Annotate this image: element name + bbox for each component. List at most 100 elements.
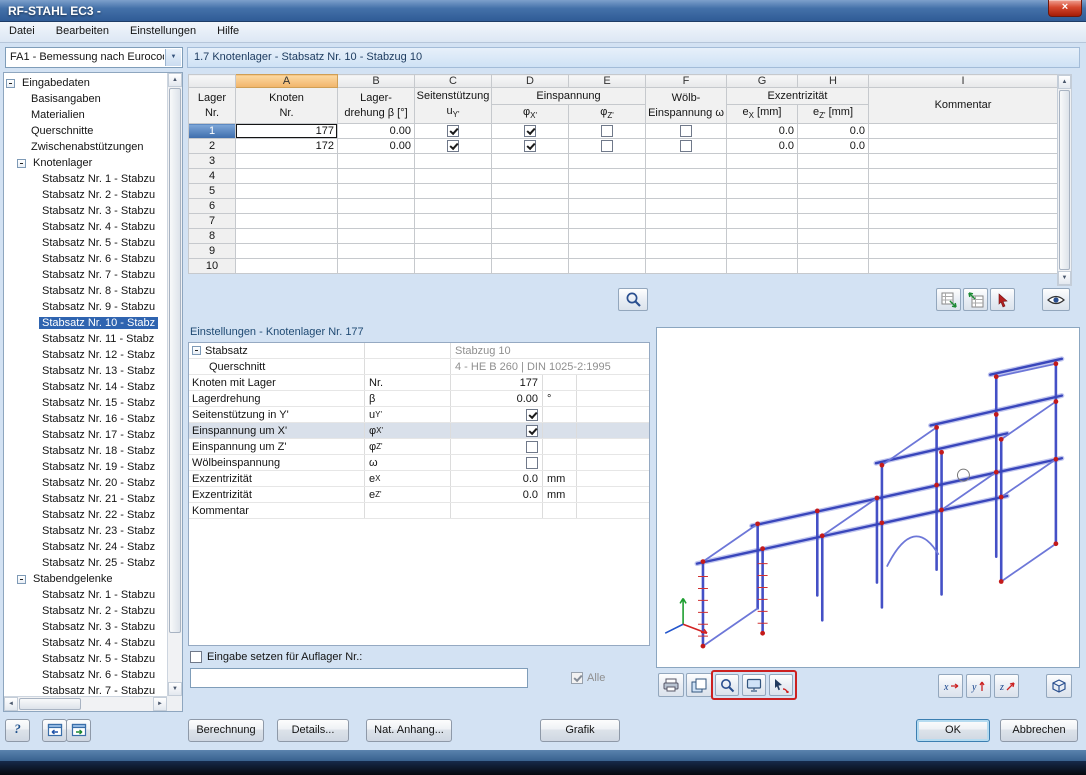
- seitenstuetzung-checkbox-cell[interactable]: [414, 243, 492, 260]
- settings-value[interactable]: [451, 439, 543, 454]
- support-numbers-input[interactable]: [190, 668, 528, 688]
- tree-item[interactable]: Stabsatz Nr. 16 - Stabz: [4, 411, 167, 427]
- tree-item[interactable]: Stabsatz Nr. 1 - Stabzu: [4, 587, 167, 603]
- woelbeinspannung-checkbox-cell[interactable]: [645, 258, 727, 275]
- sidebar-horizontal-scrollbar[interactable]: ◄ ►: [4, 696, 167, 711]
- exzentrizitaet-x-cell[interactable]: [726, 228, 798, 245]
- lagerdrehung-cell[interactable]: [337, 183, 415, 200]
- menu-einstellungen[interactable]: Einstellungen: [121, 22, 205, 43]
- row-number-cell[interactable]: 1: [188, 123, 236, 140]
- seitenstuetzung-checkbox-cell[interactable]: [414, 228, 492, 245]
- kommentar-cell[interactable]: [868, 213, 1058, 230]
- einspannung-z-checkbox-cell[interactable]: [568, 243, 646, 260]
- woelbeinspannung-checkbox-cell[interactable]: [645, 228, 727, 245]
- column-header-B[interactable]: B: [337, 74, 415, 88]
- collapse-icon[interactable]: [192, 346, 201, 355]
- einspannung-z-checkbox-cell[interactable]: [568, 213, 646, 230]
- tree-item[interactable]: Stabsatz Nr. 13 - Stabz: [4, 363, 167, 379]
- nat-anhang-button[interactable]: Nat. Anhang...: [366, 719, 452, 742]
- tree-item[interactable]: Stabsatz Nr. 17 - Stabz: [4, 427, 167, 443]
- checkbox-icon[interactable]: [447, 139, 459, 152]
- seitenstuetzung-checkbox-cell[interactable]: [414, 153, 492, 170]
- full-screen-button[interactable]: [742, 674, 766, 696]
- column-header-D[interactable]: D: [491, 74, 569, 88]
- lagerdrehung-cell[interactable]: 0.00: [337, 138, 415, 155]
- tree-item[interactable]: Eingabedaten: [4, 75, 167, 91]
- exzentrizitaet-z-cell[interactable]: [797, 153, 869, 170]
- seitenstuetzung-checkbox-cell[interactable]: [414, 183, 492, 200]
- tree-item[interactable]: Stabsatz Nr. 19 - Stabz: [4, 459, 167, 475]
- einspannung-z-checkbox-cell[interactable]: [568, 258, 646, 275]
- row-number-cell[interactable]: 3: [188, 153, 236, 170]
- knoten-cell[interactable]: 172: [235, 138, 338, 155]
- row-number-cell[interactable]: 4: [188, 168, 236, 185]
- settings-value[interactable]: 4 - HE B 260 | DIN 1025-2:1995: [451, 359, 649, 374]
- einspannung-x-checkbox-cell[interactable]: [491, 258, 569, 275]
- row-number-cell[interactable]: 6: [188, 198, 236, 215]
- zoom-table-button[interactable]: [618, 288, 648, 311]
- prev-table-button[interactable]: [42, 719, 67, 742]
- zoom-graphic-button[interactable]: [715, 674, 739, 696]
- sidebar-vertical-scrollbar[interactable]: ▲ ▼: [167, 73, 182, 696]
- settings-value[interactable]: 0.0: [451, 487, 543, 502]
- einspannung-x-checkbox-cell[interactable]: [491, 213, 569, 230]
- tree-item[interactable]: Stabsatz Nr. 7 - Stabzu: [4, 267, 167, 283]
- settings-value[interactable]: [451, 423, 543, 438]
- export-excel-button[interactable]: [936, 288, 961, 311]
- column-header-H[interactable]: H: [797, 74, 869, 88]
- menu-bearbeiten[interactable]: Bearbeiten: [47, 22, 118, 43]
- lagerdrehung-cell[interactable]: 0.00: [337, 123, 415, 140]
- checkbox-icon[interactable]: [680, 139, 692, 152]
- tree-item[interactable]: Materialien: [4, 107, 167, 123]
- settings-value[interactable]: 0.0: [451, 471, 543, 486]
- abbrechen-button[interactable]: Abbrechen: [1000, 719, 1078, 742]
- scroll-down-icon[interactable]: ▼: [168, 682, 182, 696]
- woelbeinspannung-checkbox-cell[interactable]: [645, 138, 727, 155]
- copy-graphic-button[interactable]: [686, 673, 712, 697]
- column-header-E[interactable]: E: [568, 74, 646, 88]
- seitenstuetzung-checkbox-cell[interactable]: [414, 123, 492, 140]
- seitenstuetzung-checkbox-cell[interactable]: [414, 213, 492, 230]
- kommentar-cell[interactable]: [868, 123, 1058, 140]
- kommentar-cell[interactable]: [868, 183, 1058, 200]
- lagerdrehung-cell[interactable]: [337, 258, 415, 275]
- row-number-cell[interactable]: 10: [188, 258, 236, 275]
- view-z-button[interactable]: z: [994, 674, 1019, 698]
- exzentrizitaet-x-cell[interactable]: [726, 153, 798, 170]
- exzentrizitaet-z-cell[interactable]: [797, 183, 869, 200]
- tree-item[interactable]: Stabsatz Nr. 1 - Stabzu: [4, 171, 167, 187]
- column-header-F[interactable]: F: [645, 74, 727, 88]
- tree-item[interactable]: Stabsatz Nr. 6 - Stabzu: [4, 667, 167, 683]
- tree-item[interactable]: Stabsatz Nr. 24 - Stabz: [4, 539, 167, 555]
- exzentrizitaet-x-cell[interactable]: [726, 258, 798, 275]
- exzentrizitaet-x-cell[interactable]: 0.0: [726, 123, 798, 140]
- lagerdrehung-cell[interactable]: [337, 168, 415, 185]
- print-graphic-button[interactable]: [658, 673, 684, 697]
- einspannung-x-checkbox-cell[interactable]: [491, 168, 569, 185]
- import-table-button[interactable]: [963, 288, 988, 311]
- tree-item[interactable]: Stabendgelenke: [4, 571, 167, 587]
- knoten-cell[interactable]: 177: [235, 123, 338, 140]
- exzentrizitaet-z-cell[interactable]: 0.0: [797, 123, 869, 140]
- tree-item[interactable]: Querschnitte: [4, 123, 167, 139]
- close-button[interactable]: ×: [1048, 0, 1082, 17]
- help-button[interactable]: ?: [5, 719, 30, 742]
- seitenstuetzung-checkbox-cell[interactable]: [414, 258, 492, 275]
- row-number-cell[interactable]: 5: [188, 183, 236, 200]
- settings-value[interactable]: [451, 407, 543, 422]
- grafik-button[interactable]: Grafik: [540, 719, 620, 742]
- exzentrizitaet-x-cell[interactable]: [726, 183, 798, 200]
- einspannung-z-checkbox-cell[interactable]: [568, 123, 646, 140]
- kommentar-cell[interactable]: [868, 153, 1058, 170]
- knoten-cell[interactable]: [235, 183, 338, 200]
- exzentrizitaet-x-cell[interactable]: [726, 243, 798, 260]
- einspannung-z-checkbox-cell[interactable]: [568, 228, 646, 245]
- next-table-button[interactable]: [66, 719, 91, 742]
- tree-item[interactable]: Stabsatz Nr. 11 - Stabz: [4, 331, 167, 347]
- woelbeinspannung-checkbox-cell[interactable]: [645, 183, 727, 200]
- ok-button[interactable]: OK: [916, 719, 990, 742]
- tree-item[interactable]: Stabsatz Nr. 4 - Stabzu: [4, 219, 167, 235]
- tree-item[interactable]: Knotenlager: [4, 155, 167, 171]
- table-vertical-scrollbar[interactable]: ▲ ▼: [1057, 74, 1072, 286]
- tree-item[interactable]: Stabsatz Nr. 2 - Stabzu: [4, 187, 167, 203]
